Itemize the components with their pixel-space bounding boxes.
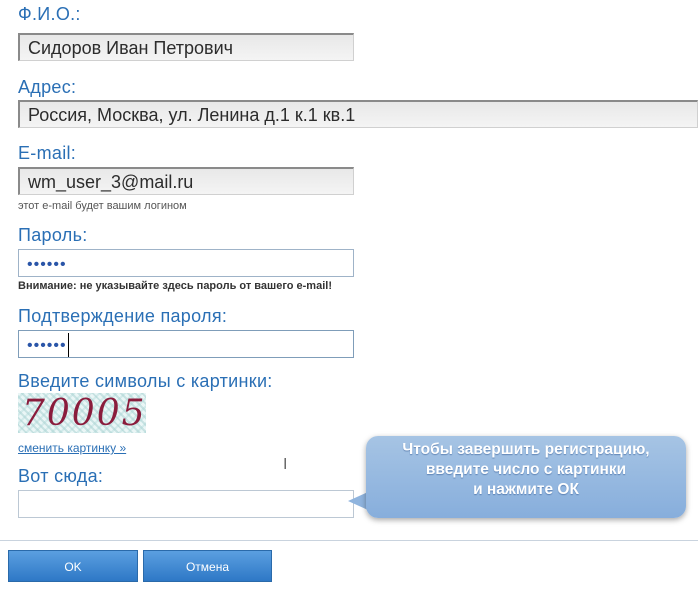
email-label: E-mail: [18,143,77,163]
captcha-label: Введите символы с картинки: [18,371,273,391]
fio-input[interactable]: Сидоров Иван Петрович [18,33,354,61]
password-confirm-input[interactable]: •••••• [18,330,354,358]
address-input[interactable]: Россия, Москва, ул. Ленина д.1 к.1 кв.1 [18,100,698,128]
captcha-input[interactable] [18,490,354,518]
email-input[interactable]: wm_user_3@mail.ru [18,167,354,195]
password-warning: Внимание: не указывайте здесь пароль от … [18,280,332,292]
cancel-button[interactable]: Отмена [143,550,272,582]
tooltip-line-2: введите число с картинки [425,461,627,478]
tooltip-line-3: и нажмите ОК [473,481,579,498]
email-hint: этот e-mail будет вашим логином [18,200,187,212]
password-mask: •••••• [27,256,67,273]
instruction-tooltip: Чтобы завершить регистрацию, введите чис… [366,436,686,518]
captcha-image: 70005 [18,393,147,434]
captcha-image-text: 70005 [22,393,147,434]
captcha-input-label: Вот сюда: [18,466,104,486]
tooltip-line-1: Чтобы завершить регистрацию, [402,441,650,458]
divider [0,540,698,541]
address-label: Адрес: [18,77,77,97]
fio-label: Ф.И.О.: [18,4,81,24]
password-confirm-label: Подтверждение пароля: [18,306,228,326]
password-confirm-mask: •••••• [27,337,67,354]
change-captcha-link[interactable]: сменить картинку » [18,441,126,455]
ibeam-cursor-icon: I [283,456,288,473]
password-input[interactable]: •••••• [18,249,354,277]
tooltip-arrow [348,492,368,510]
text-caret [67,333,69,357]
password-label: Пароль: [18,225,88,245]
ok-button[interactable]: OK [8,550,138,582]
